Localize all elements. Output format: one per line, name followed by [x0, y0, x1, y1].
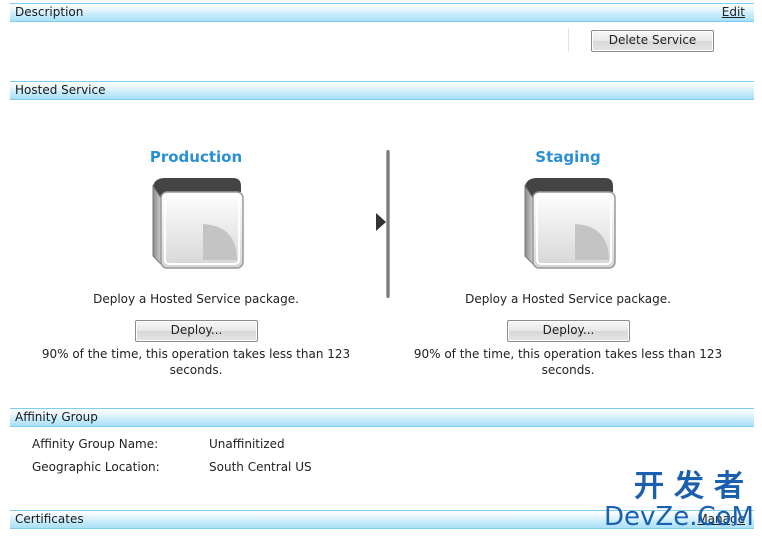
- production-note-line2: seconds.: [169, 363, 223, 377]
- certificates-title: Certificates: [15, 512, 84, 526]
- geographic-location-value: South Central US: [209, 460, 312, 474]
- geographic-location-label: Geographic Location:: [32, 460, 160, 474]
- staging-note: 90% of the time, this operation takes le…: [408, 346, 728, 378]
- staging-note-line1: 90% of the time, this operation takes le…: [413, 347, 723, 361]
- slot-separator: [386, 150, 390, 298]
- affinity-group-title: Affinity Group: [15, 410, 98, 424]
- production-title: Production: [149, 148, 243, 166]
- affinity-group-name-value: Unaffinitized: [209, 437, 285, 451]
- staging-title: Staging: [535, 148, 601, 166]
- watermark: 开发者 DevZe.CoM: [604, 469, 754, 532]
- watermark-line2: DevZe.CoM: [604, 502, 754, 532]
- staging-cube-icon: [513, 172, 623, 282]
- affinity-group-name-label: Affinity Group Name:: [32, 437, 159, 451]
- production-deploy-text: Deploy a Hosted Service package.: [93, 292, 299, 306]
- production-note-line1: 90% of the time, this operation takes le…: [41, 347, 351, 361]
- affinity-group-header: Affinity Group: [10, 408, 754, 427]
- production-note: 90% of the time, this operation takes le…: [36, 346, 356, 378]
- staging-note-line2: seconds.: [541, 363, 595, 377]
- watermark-line1: 开发者: [634, 469, 754, 504]
- staging-deploy-button[interactable]: Deploy...: [507, 320, 630, 342]
- description-title: Description: [15, 5, 84, 19]
- description-header: Description Edit: [10, 3, 754, 22]
- production-deploy-button[interactable]: Deploy...: [135, 320, 258, 342]
- production-cube-icon: [141, 172, 251, 282]
- edit-link[interactable]: Edit: [722, 5, 745, 19]
- hosted-service-header: Hosted Service: [10, 81, 754, 100]
- divider: [568, 28, 569, 52]
- delete-service-button[interactable]: Delete Service: [591, 30, 714, 52]
- staging-deploy-text: Deploy a Hosted Service package.: [465, 292, 671, 306]
- staging-slot: Staging Deploy a Hosted Service package.: [438, 148, 698, 306]
- production-slot: Production Deploy a Hosted Service packa…: [66, 148, 326, 306]
- hosted-service-title: Hosted Service: [15, 83, 106, 97]
- swap-arrow-icon[interactable]: [376, 213, 386, 231]
